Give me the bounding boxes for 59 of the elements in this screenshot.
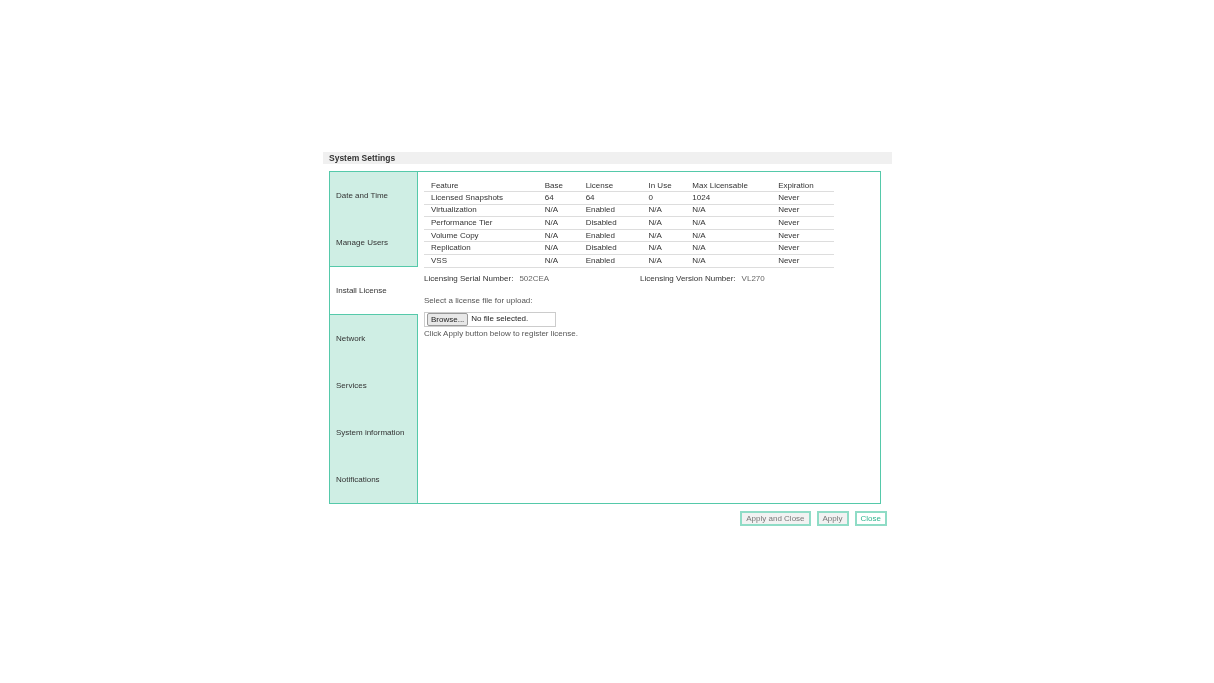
version-value: VL270 — [741, 272, 765, 285]
column-header: Base — [544, 179, 564, 192]
table-cell-text: N/A — [648, 229, 663, 242]
upload-label: Select a license file for upload: — [424, 294, 534, 307]
table-cell-text: 1024 — [692, 191, 712, 204]
column-header: Expiration — [778, 179, 815, 192]
table-cell-text: Enabled — [585, 229, 616, 242]
table-cell-text: N/A — [692, 254, 707, 267]
column-header: License — [585, 179, 615, 192]
sidebar-item[interactable]: Manage Users — [329, 219, 418, 266]
table-cell-text: Never — [778, 229, 801, 242]
browse-button[interactable]: Browse... — [427, 312, 469, 326]
column-header: In Use — [648, 179, 673, 192]
table-cell-text: N/A — [544, 217, 560, 229]
table-cell-text: Never — [778, 217, 801, 229]
sidebar-item[interactable]: Install License — [329, 266, 418, 315]
table-cell-text: Disabled — [585, 217, 618, 229]
file-input[interactable]: Browse... No file selected. — [424, 311, 556, 327]
table-cell-text: N/A — [648, 204, 663, 217]
sidebar-item[interactable]: Services — [329, 362, 418, 409]
table-cell-text: Enabled — [585, 254, 616, 267]
table-cell-text: N/A — [648, 217, 663, 229]
table-cell-text: Performance Tier — [431, 217, 494, 229]
table-cell-text: Disabled — [585, 242, 618, 255]
table-cell-text: N/A — [544, 254, 560, 267]
table-cell-text: Never — [778, 204, 801, 217]
table-cell-text: Volume Copy — [431, 229, 480, 242]
sidebar-item[interactable]: System information — [329, 409, 418, 456]
table-cell-text: 0 — [648, 191, 654, 204]
sidebar-item[interactable]: Date and Time — [329, 171, 418, 219]
table-cell-text: N/A — [692, 229, 707, 242]
table-cell-text: N/A — [692, 204, 707, 217]
table-cell-text: N/A — [544, 229, 560, 242]
serial-label: Licensing Serial Number: — [424, 272, 514, 285]
file-status: No file selected. — [471, 313, 529, 326]
table-cell-text: N/A — [692, 217, 707, 229]
table-cell-text: VSS — [431, 254, 448, 267]
table-cell-text: 64 — [585, 191, 596, 204]
table-cell-text: Enabled — [585, 204, 616, 217]
sidebar-item[interactable]: Notifications — [329, 456, 418, 504]
column-header: Max Licensable — [692, 179, 749, 192]
table-cell-text: Replication — [431, 242, 472, 255]
version-label: Licensing Version Number: — [640, 272, 736, 285]
table-cell-text: N/A — [648, 254, 663, 267]
table-cell-text: N/A — [544, 204, 560, 217]
table-cell-text: Never — [778, 191, 801, 204]
table-cell-text: N/A — [648, 242, 663, 255]
table-cell-text: Licensed Snapshots — [431, 191, 505, 204]
table-cell-text: N/A — [544, 242, 560, 255]
table-cell-text: 64 — [544, 191, 555, 204]
table-cell-text: Never — [778, 254, 801, 267]
window-title: System Settings — [329, 153, 396, 163]
column-header: Feature — [431, 179, 460, 192]
table-cell-text: N/A — [692, 242, 707, 255]
sidebar-item[interactable]: Network — [329, 315, 418, 362]
serial-value: 502CEA — [519, 272, 550, 285]
table-cell-text: Virtualization — [431, 204, 478, 217]
table-cell-text: Never — [778, 242, 801, 255]
hint-text: Click Apply button below to register license. — [424, 327, 579, 340]
